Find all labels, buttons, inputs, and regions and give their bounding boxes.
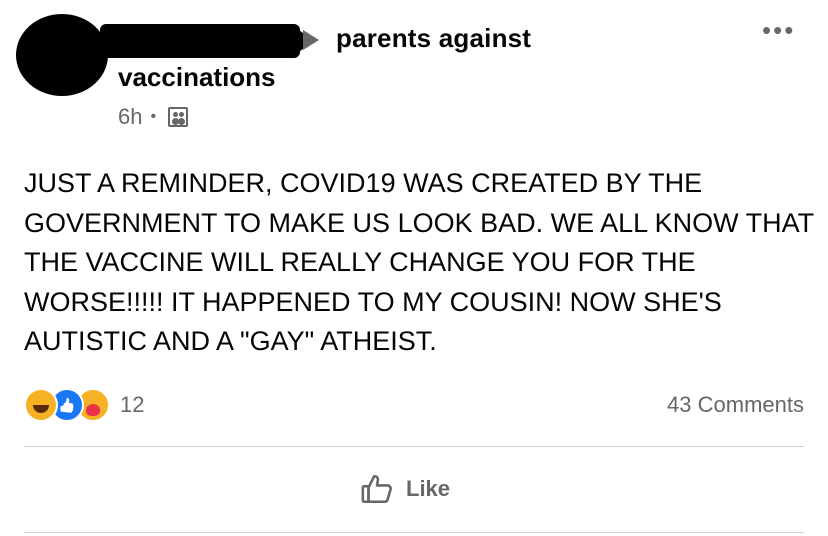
reactions-summary[interactable]: 12 — [24, 388, 144, 422]
divider — [24, 532, 804, 533]
reaction-count: 12 — [120, 392, 145, 417]
members-icon — [168, 107, 189, 127]
post-meta: 6h • — [118, 104, 189, 130]
like-label: Like — [406, 476, 451, 501]
post-time[interactable]: 6h — [118, 104, 142, 130]
like-button[interactable]: Like — [360, 472, 450, 506]
post-text: JUST A REMINDER, COVID19 WAS CREATED BY … — [24, 168, 814, 356]
avatar[interactable] — [16, 14, 108, 96]
meta-separator: • — [150, 108, 157, 125]
divider — [24, 446, 804, 447]
more-options-button[interactable]: ••• — [762, 17, 795, 43]
author-name-redacted[interactable] — [100, 24, 314, 58]
group-name-continued[interactable]: vaccinations — [118, 62, 276, 93]
group-name[interactable]: parents against — [336, 23, 531, 54]
share-arrow-icon — [303, 30, 319, 50]
haha-icon — [24, 388, 58, 422]
thumbs-up-icon — [361, 474, 392, 504]
comments-count[interactable]: 43 Comments — [667, 392, 804, 418]
